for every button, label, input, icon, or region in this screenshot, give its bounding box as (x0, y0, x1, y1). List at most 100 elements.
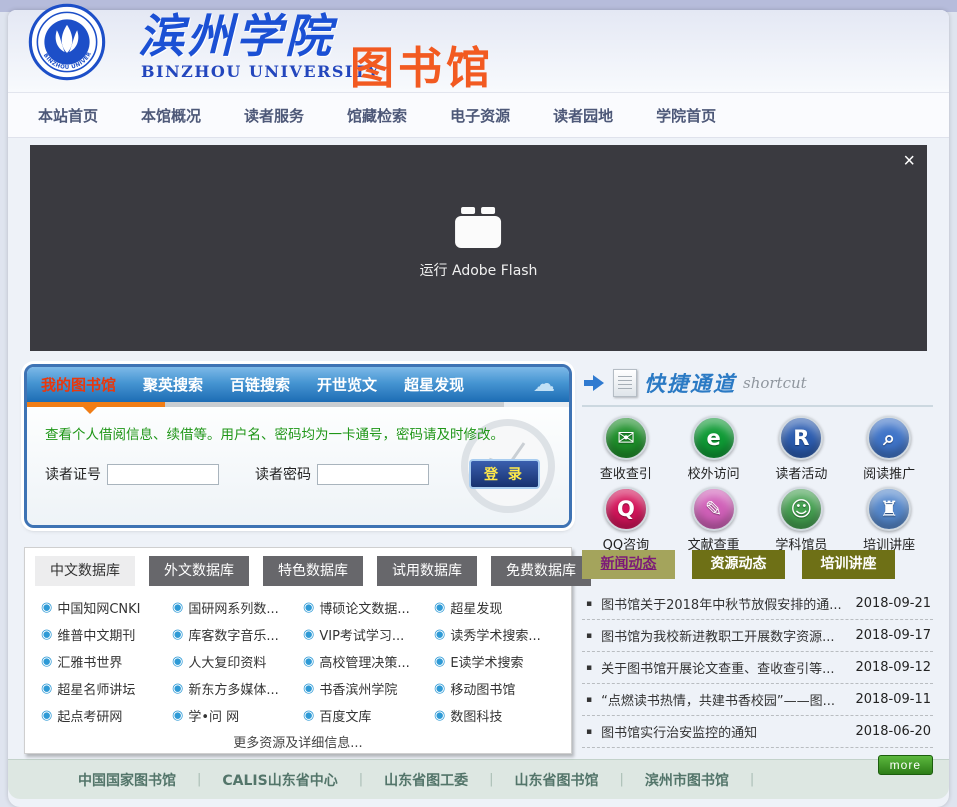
database-link[interactable]: ◉ 人大复印资料 (172, 652, 303, 671)
database-link[interactable]: ◉ 超星发现 (434, 598, 565, 617)
shortcut-item[interactable]: ☺ 学科馆员 (758, 487, 846, 553)
database-name: 学•问 网 (188, 706, 239, 725)
footer-link[interactable]: 滨州市图书馆 (645, 770, 729, 790)
shortcut-icon[interactable]: ☺ (779, 487, 823, 531)
bullet-icon: ◉ (434, 654, 445, 669)
nav-link[interactable]: 本站首页 (38, 105, 98, 126)
bullet-icon: ◉ (172, 600, 183, 615)
more-news-button[interactable]: more (878, 755, 933, 775)
database-link[interactable]: ◉ 博硕论文数据... (303, 598, 434, 617)
tab-free-databases[interactable]: 免费数据库 (491, 556, 591, 586)
flash-banner: × 运行 Adobe Flash (30, 145, 927, 351)
login-button[interactable]: 登 录 (469, 459, 540, 489)
shortcut-grid: ✉ 查收查引 e 校外访问 R (582, 407, 933, 553)
university-logo[interactable]: BINZHOU UNIVERSITY (28, 3, 106, 81)
tab-training-lectures[interactable]: 培训讲座 (802, 550, 895, 579)
shortcut-title: 快捷通道 (644, 368, 736, 398)
database-name: 博硕论文数据... (319, 598, 409, 617)
tab-my-library[interactable]: 我的图书馆 (41, 374, 116, 395)
footer-link[interactable]: 山东省图工委 (384, 770, 468, 790)
nav-link[interactable]: 读者服务 (244, 105, 304, 126)
footer-link[interactable]: CALIS山东省中心 (222, 770, 337, 790)
database-link[interactable]: ◉ 新东方多媒体... (172, 679, 303, 698)
database-link[interactable]: ◉ 汇雅书世界 (41, 652, 172, 671)
shortcut-icon[interactable]: ⌕ (867, 416, 911, 460)
bullet-icon: ◉ (172, 654, 183, 669)
database-name: 读秀学术搜索... (450, 625, 540, 644)
database-link[interactable]: ◉ 高校管理决策... (303, 652, 434, 671)
news-link[interactable]: 关于图书馆开展论文查重、查收查引等... (601, 658, 846, 677)
database-link[interactable]: ◉ 超星名师讲坛 (41, 679, 172, 698)
database-link[interactable]: ◉ 起点考研网 (41, 706, 172, 725)
database-link[interactable]: ◉ 维普中文期刊 (41, 625, 172, 644)
tab-resource-updates[interactable]: 资源动态 (692, 550, 785, 579)
bullet-icon: ◉ (303, 627, 314, 642)
nav-link[interactable]: 读者园地 (553, 105, 613, 126)
database-name: 国研网系列数... (188, 598, 278, 617)
close-icon[interactable]: × (903, 151, 915, 171)
separator: | (750, 772, 754, 787)
nav-link[interactable]: 本馆概况 (141, 105, 201, 126)
news-link[interactable]: 图书馆关于2018年中秋节放假安排的通... (601, 594, 846, 613)
shortcut-glyph-icon: ☺ (790, 499, 812, 520)
database-name: 书香滨州学院 (319, 679, 397, 698)
flash-run-button[interactable]: 运行 Adobe Flash (420, 216, 538, 280)
tab-chinese-databases[interactable]: 中文数据库 (35, 556, 135, 586)
shortcut-icon[interactable]: ✉ (604, 416, 648, 460)
database-link[interactable]: ◉ 书香滨州学院 (303, 679, 434, 698)
news-link[interactable]: 图书馆为我校新进教职工开展数字资源... (601, 626, 846, 645)
more-resources-link[interactable]: 更多资源及详细信息... (25, 729, 571, 759)
database-name: 百度文库 (319, 706, 371, 725)
databases-panel: 中文数据库 外文数据库 特色数据库 试用数据库 免费数据库 ◉ 中国知网CNKI… (24, 547, 572, 754)
news-link[interactable]: “点燃读书热情，共建书香校园”——图... (601, 690, 846, 709)
bullet-icon: ▪ (582, 727, 592, 737)
arrow-icon (584, 375, 606, 391)
database-link[interactable]: ◉ E读学术搜索 (434, 652, 565, 671)
university-emblem-icon: BINZHOU UNIVERSITY (28, 3, 106, 81)
tab-foreign-databases[interactable]: 外文数据库 (149, 556, 249, 586)
shortcut-icon[interactable]: Q (604, 487, 648, 531)
shortcut-item[interactable]: e 校外访问 (670, 416, 758, 482)
database-link[interactable]: ◉ 国研网系列数... (172, 598, 303, 617)
bullet-icon: ◉ (41, 708, 52, 723)
nav-link[interactable]: 学院首页 (656, 105, 716, 126)
database-link[interactable]: ◉ 库客数字音乐... (172, 625, 303, 644)
database-link[interactable]: ◉ 数图科技 (434, 706, 565, 725)
shortcut-icon[interactable]: e (692, 416, 736, 460)
news-link[interactable]: 图书馆实行治安监控的通知 (601, 722, 846, 741)
shortcut-icon[interactable]: ♜ (867, 487, 911, 531)
shortcut-item[interactable]: Q QQ咨询 (582, 487, 670, 553)
database-link[interactable]: ◉ 中国知网CNKI (41, 598, 172, 617)
nav-link[interactable]: 电子资源 (450, 105, 510, 126)
shortcut-glyph-icon: ✎ (705, 499, 723, 520)
shortcut-item[interactable]: ⌕ 阅读推广 (845, 416, 933, 482)
tab-special-databases[interactable]: 特色数据库 (263, 556, 363, 586)
lower-row: 中文数据库 外文数据库 特色数据库 试用数据库 免费数据库 ◉ 中国知网CNKI… (8, 542, 949, 754)
tab-bailian-search[interactable]: 百链搜索 (230, 374, 290, 395)
database-name: 人大复印资料 (188, 652, 266, 671)
database-link[interactable]: ◉ 学•问 网 (172, 706, 303, 725)
tab-trial-databases[interactable]: 试用数据库 (377, 556, 477, 586)
login-form: 查看个人借阅信息、续借等。用户名、密码均为一卡通号，密码请及时修改。 读者证号 … (27, 407, 569, 525)
database-link[interactable]: ◉ 读秀学术搜索... (434, 625, 565, 644)
database-link[interactable]: ◉ VIP考试学习... (303, 625, 434, 644)
shortcut-item[interactable]: ♜ 培训讲座 (845, 487, 933, 553)
tab-kaishi-lanwen[interactable]: 开世览文 (317, 374, 377, 395)
shortcut-item[interactable]: R 读者活动 (758, 416, 846, 482)
footer-link[interactable]: 中国国家图书馆 (78, 770, 176, 790)
footer-link[interactable]: 山东省图书馆 (515, 770, 599, 790)
reader-password-input[interactable] (317, 464, 429, 485)
reader-id-input[interactable] (107, 464, 219, 485)
nav-link[interactable]: 馆藏检索 (347, 105, 407, 126)
tab-news[interactable]: 新闻动态 (582, 550, 675, 579)
tab-chaoxing-discovery[interactable]: 超星发现 (404, 374, 464, 395)
separator: | (489, 772, 493, 787)
shortcut-item[interactable]: ✉ 查收查引 (582, 416, 670, 482)
shortcut-icon[interactable]: R (779, 416, 823, 460)
tab-juying-search[interactable]: 聚英搜索 (143, 374, 203, 395)
shortcut-item[interactable]: ✎ 文献查重 (670, 487, 758, 553)
database-tabs: 中文数据库 外文数据库 特色数据库 试用数据库 免费数据库 (25, 556, 571, 586)
shortcut-icon[interactable]: ✎ (692, 487, 736, 531)
database-link[interactable]: ◉ 百度文库 (303, 706, 434, 725)
database-link[interactable]: ◉ 移动图书馆 (434, 679, 565, 698)
